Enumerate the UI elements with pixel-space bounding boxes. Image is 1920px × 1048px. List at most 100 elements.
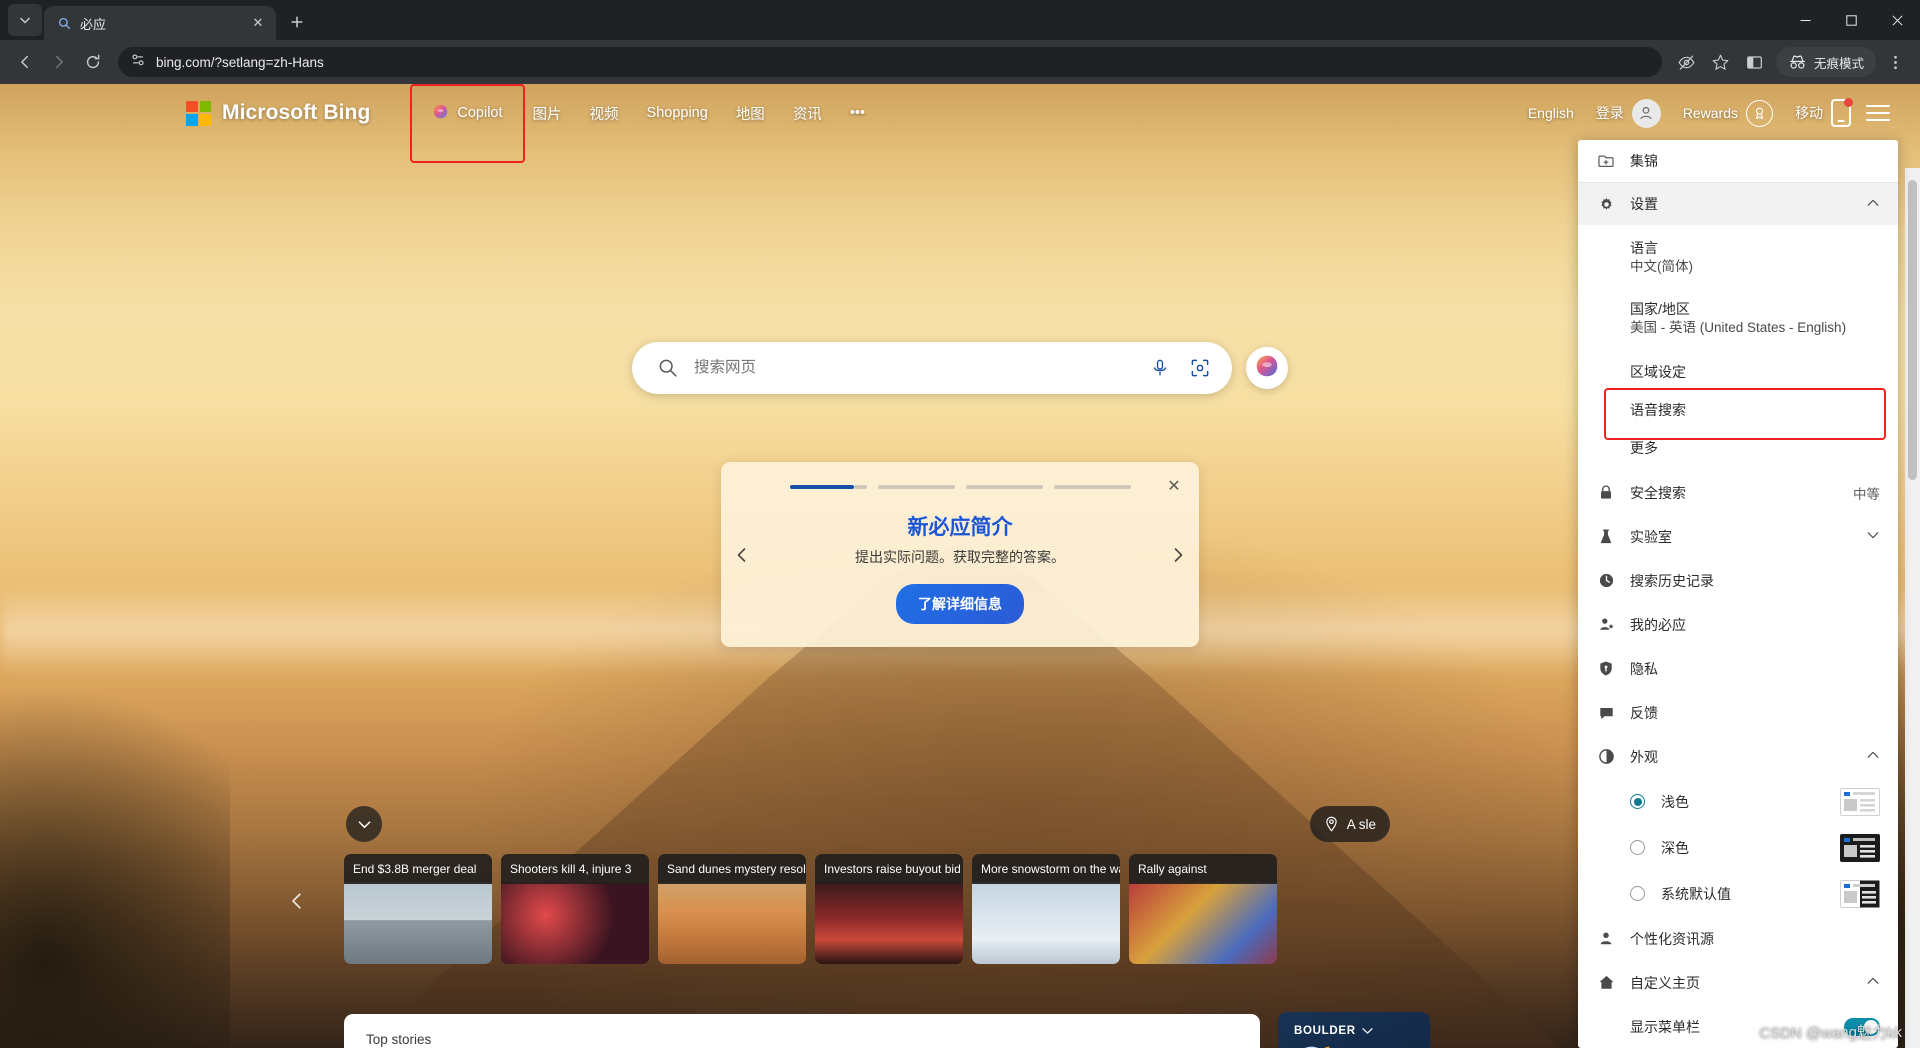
flyout-item-personalized-feed[interactable]: 个性化资讯源 [1578, 917, 1898, 961]
person-star-icon [1596, 616, 1616, 633]
language-switch[interactable]: English [1517, 97, 1585, 129]
tab-search-button[interactable] [8, 4, 42, 36]
location-chip[interactable]: A sle [1310, 806, 1390, 842]
flyout-header-settings[interactable]: 设置 [1578, 183, 1898, 225]
news-tile[interactable]: Sand dunes mystery resolv... [658, 854, 806, 964]
bing-logo[interactable]: Microsoft Bing [186, 101, 370, 126]
nav-item-maps[interactable]: 地图 [722, 94, 779, 133]
flyout-item-customize-home[interactable]: 自定义主页 [1578, 961, 1898, 1005]
minimize-button[interactable] [1782, 0, 1828, 40]
news-tile[interactable]: End $3.8B merger deal [344, 854, 492, 964]
sign-in-button[interactable]: 登录 [1585, 91, 1672, 136]
maximize-button[interactable] [1828, 0, 1874, 40]
arrow-right-icon [50, 53, 68, 71]
customize-home-label: 自定义主页 [1630, 973, 1852, 993]
news-tile[interactable]: Investors raise buyout bid [815, 854, 963, 964]
forward-button[interactable] [44, 47, 74, 77]
tracking-prevention-button[interactable] [1672, 47, 1702, 77]
nav-item-videos[interactable]: 视频 [576, 94, 633, 133]
theme-option-dark[interactable]: 深色 [1578, 825, 1898, 871]
close-icon[interactable]: ✕ [1163, 475, 1185, 497]
scroll-down-button[interactable] [346, 806, 382, 842]
flyout-item-privacy[interactable]: 隐私 [1578, 647, 1898, 691]
mobile-button[interactable]: 移动 [1784, 91, 1862, 135]
search-input[interactable] [694, 359, 1134, 377]
tile-image [501, 882, 649, 964]
tile-caption: Shooters kill 4, injure 3 [501, 854, 649, 884]
promo-cta-button[interactable]: 了解详细信息 [896, 584, 1024, 624]
visual-search-icon[interactable] [1186, 354, 1214, 382]
search-icon [56, 15, 72, 31]
page-info-icon[interactable] [130, 52, 146, 73]
microphone-icon[interactable] [1146, 354, 1174, 382]
incognito-mode-chip[interactable]: 无痕模式 [1776, 47, 1876, 77]
promo-dot[interactable] [1054, 485, 1131, 489]
flyout-item-labs[interactable]: 实验室 [1578, 515, 1898, 559]
news-tile-carousel: End $3.8B merger deal Shooters kill 4, i… [344, 854, 1277, 964]
browser-menu-button[interactable] [1880, 47, 1910, 77]
close-icon[interactable]: ✕ [248, 13, 268, 33]
news-tile[interactable]: Shooters kill 4, injure 3 [501, 854, 649, 964]
split-screen-button[interactable] [1740, 47, 1770, 77]
promo-card: ✕ 新必应简介 提出实际问题。获取完整的答案。 了解详细信息 [721, 462, 1199, 647]
theme-option-system[interactable]: 系统默认值 [1578, 871, 1898, 917]
flyout-item-feedback[interactable]: 反馈 [1578, 691, 1898, 735]
reload-button[interactable] [78, 47, 108, 77]
nav-item-more[interactable]: ••• [836, 96, 879, 130]
clock-icon [1596, 572, 1616, 589]
carousel-prev-button[interactable] [280, 884, 314, 918]
radio-button[interactable] [1630, 886, 1645, 901]
radio-button[interactable] [1630, 794, 1645, 809]
promo-dot-active-remainder[interactable] [854, 485, 867, 489]
nav-item-news[interactable]: 资讯 [779, 94, 836, 133]
chevron-up-icon[interactable] [1866, 196, 1880, 213]
scrollbar-thumb[interactable] [1908, 180, 1917, 480]
nav-item-copilot[interactable]: Copilot [418, 94, 516, 133]
chevron-up-icon[interactable] [1866, 974, 1880, 991]
promo-dot[interactable] [966, 485, 1043, 489]
toggle-show-menu-bar[interactable]: 显示菜单栏 [1578, 1005, 1898, 1048]
flyout-item-more[interactable]: 更多 [1578, 433, 1898, 471]
gear-icon [1596, 196, 1616, 213]
lock-icon [1596, 484, 1616, 501]
chevron-up-icon[interactable] [1866, 748, 1880, 765]
page-scrollbar[interactable] [1905, 168, 1920, 1048]
theme-option-light[interactable]: 浅色 [1578, 779, 1898, 825]
radio-button[interactable] [1630, 840, 1645, 855]
promo-dot[interactable] [878, 485, 955, 489]
rewards-label: Rewards [1683, 105, 1738, 121]
nav-label-videos: 视频 [590, 103, 619, 124]
nav-item-shopping[interactable]: Shopping [633, 96, 722, 130]
bing-menu-button[interactable] [1862, 99, 1894, 127]
close-window-button[interactable] [1874, 0, 1920, 40]
flyout-item-appearance[interactable]: 外观 [1578, 735, 1898, 779]
new-tab-button[interactable] [282, 7, 312, 37]
weather-card[interactable]: BOULDER 27 [1278, 1012, 1430, 1048]
flyout-item-country-region[interactable]: 国家/地区 美国 - 英语 (United States - English) [1578, 288, 1898, 349]
flyout-item-safe-search[interactable]: 安全搜索 中等 [1578, 471, 1898, 515]
toggle-switch[interactable] [1844, 1018, 1880, 1036]
news-tile[interactable]: Rally against [1129, 854, 1277, 964]
news-tile[interactable]: More snowstorm on the way [972, 854, 1120, 964]
copilot-button[interactable] [1246, 347, 1288, 389]
bookmark-button[interactable] [1706, 47, 1736, 77]
flyout-item-collections[interactable]: 集锦 [1578, 140, 1898, 182]
rewards-button[interactable]: Rewards [1672, 92, 1784, 135]
flyout-item-my-bing[interactable]: 我的必应 [1578, 603, 1898, 647]
search-box[interactable] [632, 342, 1232, 394]
flyout-item-voice-search[interactable]: 语音搜索 [1578, 395, 1898, 433]
browser-tab[interactable]: 必应 ✕ [44, 6, 276, 40]
nav-item-images[interactable]: 图片 [519, 94, 576, 133]
flyout-item-region-settings[interactable]: 区域设定 [1578, 349, 1898, 395]
chevron-down-icon[interactable] [1866, 528, 1880, 545]
chevron-right-icon[interactable] [1165, 542, 1191, 568]
flyout-item-search-history[interactable]: 搜索历史记录 [1578, 559, 1898, 603]
tile-image [815, 882, 963, 964]
promo-dot-active[interactable] [790, 485, 854, 489]
address-bar[interactable]: bing.com/?setlang=zh-Hans [118, 47, 1662, 77]
flyout-item-language[interactable]: 语言 中文(简体) [1578, 225, 1898, 288]
weather-city-row[interactable]: BOULDER [1294, 1025, 1430, 1037]
chevron-left-icon[interactable] [729, 542, 755, 568]
collections-icon [1596, 152, 1616, 170]
back-button[interactable] [10, 47, 40, 77]
